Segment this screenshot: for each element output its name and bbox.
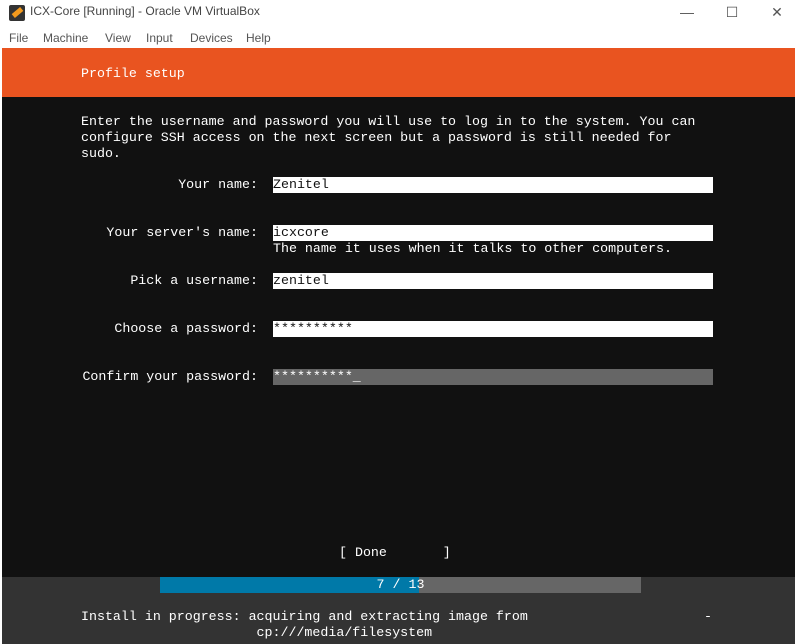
status-line: Install in progress: acquiring and extra… bbox=[81, 609, 528, 624]
close-button[interactable]: ✕ bbox=[754, 2, 797, 22]
intro-line: Enter the username and password you will… bbox=[81, 114, 696, 129]
maximize-button[interactable]: ☐ bbox=[709, 2, 755, 22]
server-name-label: Your server's name: bbox=[106, 225, 258, 240]
your-name-label: Your name: bbox=[178, 177, 258, 192]
status-line: cp:///media/filesystem bbox=[81, 625, 433, 640]
intro-line: sudo. bbox=[81, 146, 121, 161]
menu-help[interactable]: Help bbox=[246, 31, 271, 45]
done-button[interactable]: [ Done ] bbox=[339, 545, 451, 561]
server-name-input[interactable]: icxcore bbox=[273, 225, 713, 241]
window-title: ICX-Core [Running] - Oracle VM VirtualBo… bbox=[30, 4, 260, 18]
menu-bar: File Machine View Input Devices Help bbox=[0, 25, 797, 48]
menu-machine[interactable]: Machine bbox=[43, 31, 88, 45]
menu-input[interactable]: Input bbox=[146, 31, 173, 45]
progress-text: 7 / 13 bbox=[376, 577, 425, 592]
username-label: Pick a username: bbox=[130, 273, 258, 288]
menu-file[interactable]: File bbox=[9, 31, 28, 45]
vm-screen[interactable]: Profile setup Enter the username and pas… bbox=[2, 48, 795, 644]
menu-devices[interactable]: Devices bbox=[190, 31, 233, 45]
title-bar: ICX-Core [Running] - Oracle VM VirtualBo… bbox=[0, 0, 797, 25]
spinner: - bbox=[704, 609, 712, 624]
server-name-hint: The name it uses when it talks to other … bbox=[273, 241, 672, 256]
confirm-password-label: Confirm your password: bbox=[82, 369, 258, 384]
username-input[interactable]: zenitel bbox=[273, 273, 713, 289]
install-status-footer: 7 / 13 Install in progress: acquiring an… bbox=[2, 577, 795, 644]
screen-title: Profile setup bbox=[81, 66, 185, 81]
password-label: Choose a password: bbox=[114, 321, 258, 336]
screen-header: Profile setup bbox=[2, 48, 795, 97]
your-name-input[interactable]: Zenitel bbox=[273, 177, 713, 193]
menu-view[interactable]: View bbox=[105, 31, 131, 45]
progress-bar: 7 / 13 bbox=[160, 577, 641, 593]
minimize-button[interactable]: — bbox=[664, 2, 710, 22]
virtualbox-icon bbox=[9, 5, 25, 21]
password-input[interactable]: ********** bbox=[273, 321, 713, 337]
intro-line: configure SSH access on the next screen … bbox=[81, 130, 672, 145]
confirm-password-input[interactable]: **********_ bbox=[273, 369, 713, 385]
